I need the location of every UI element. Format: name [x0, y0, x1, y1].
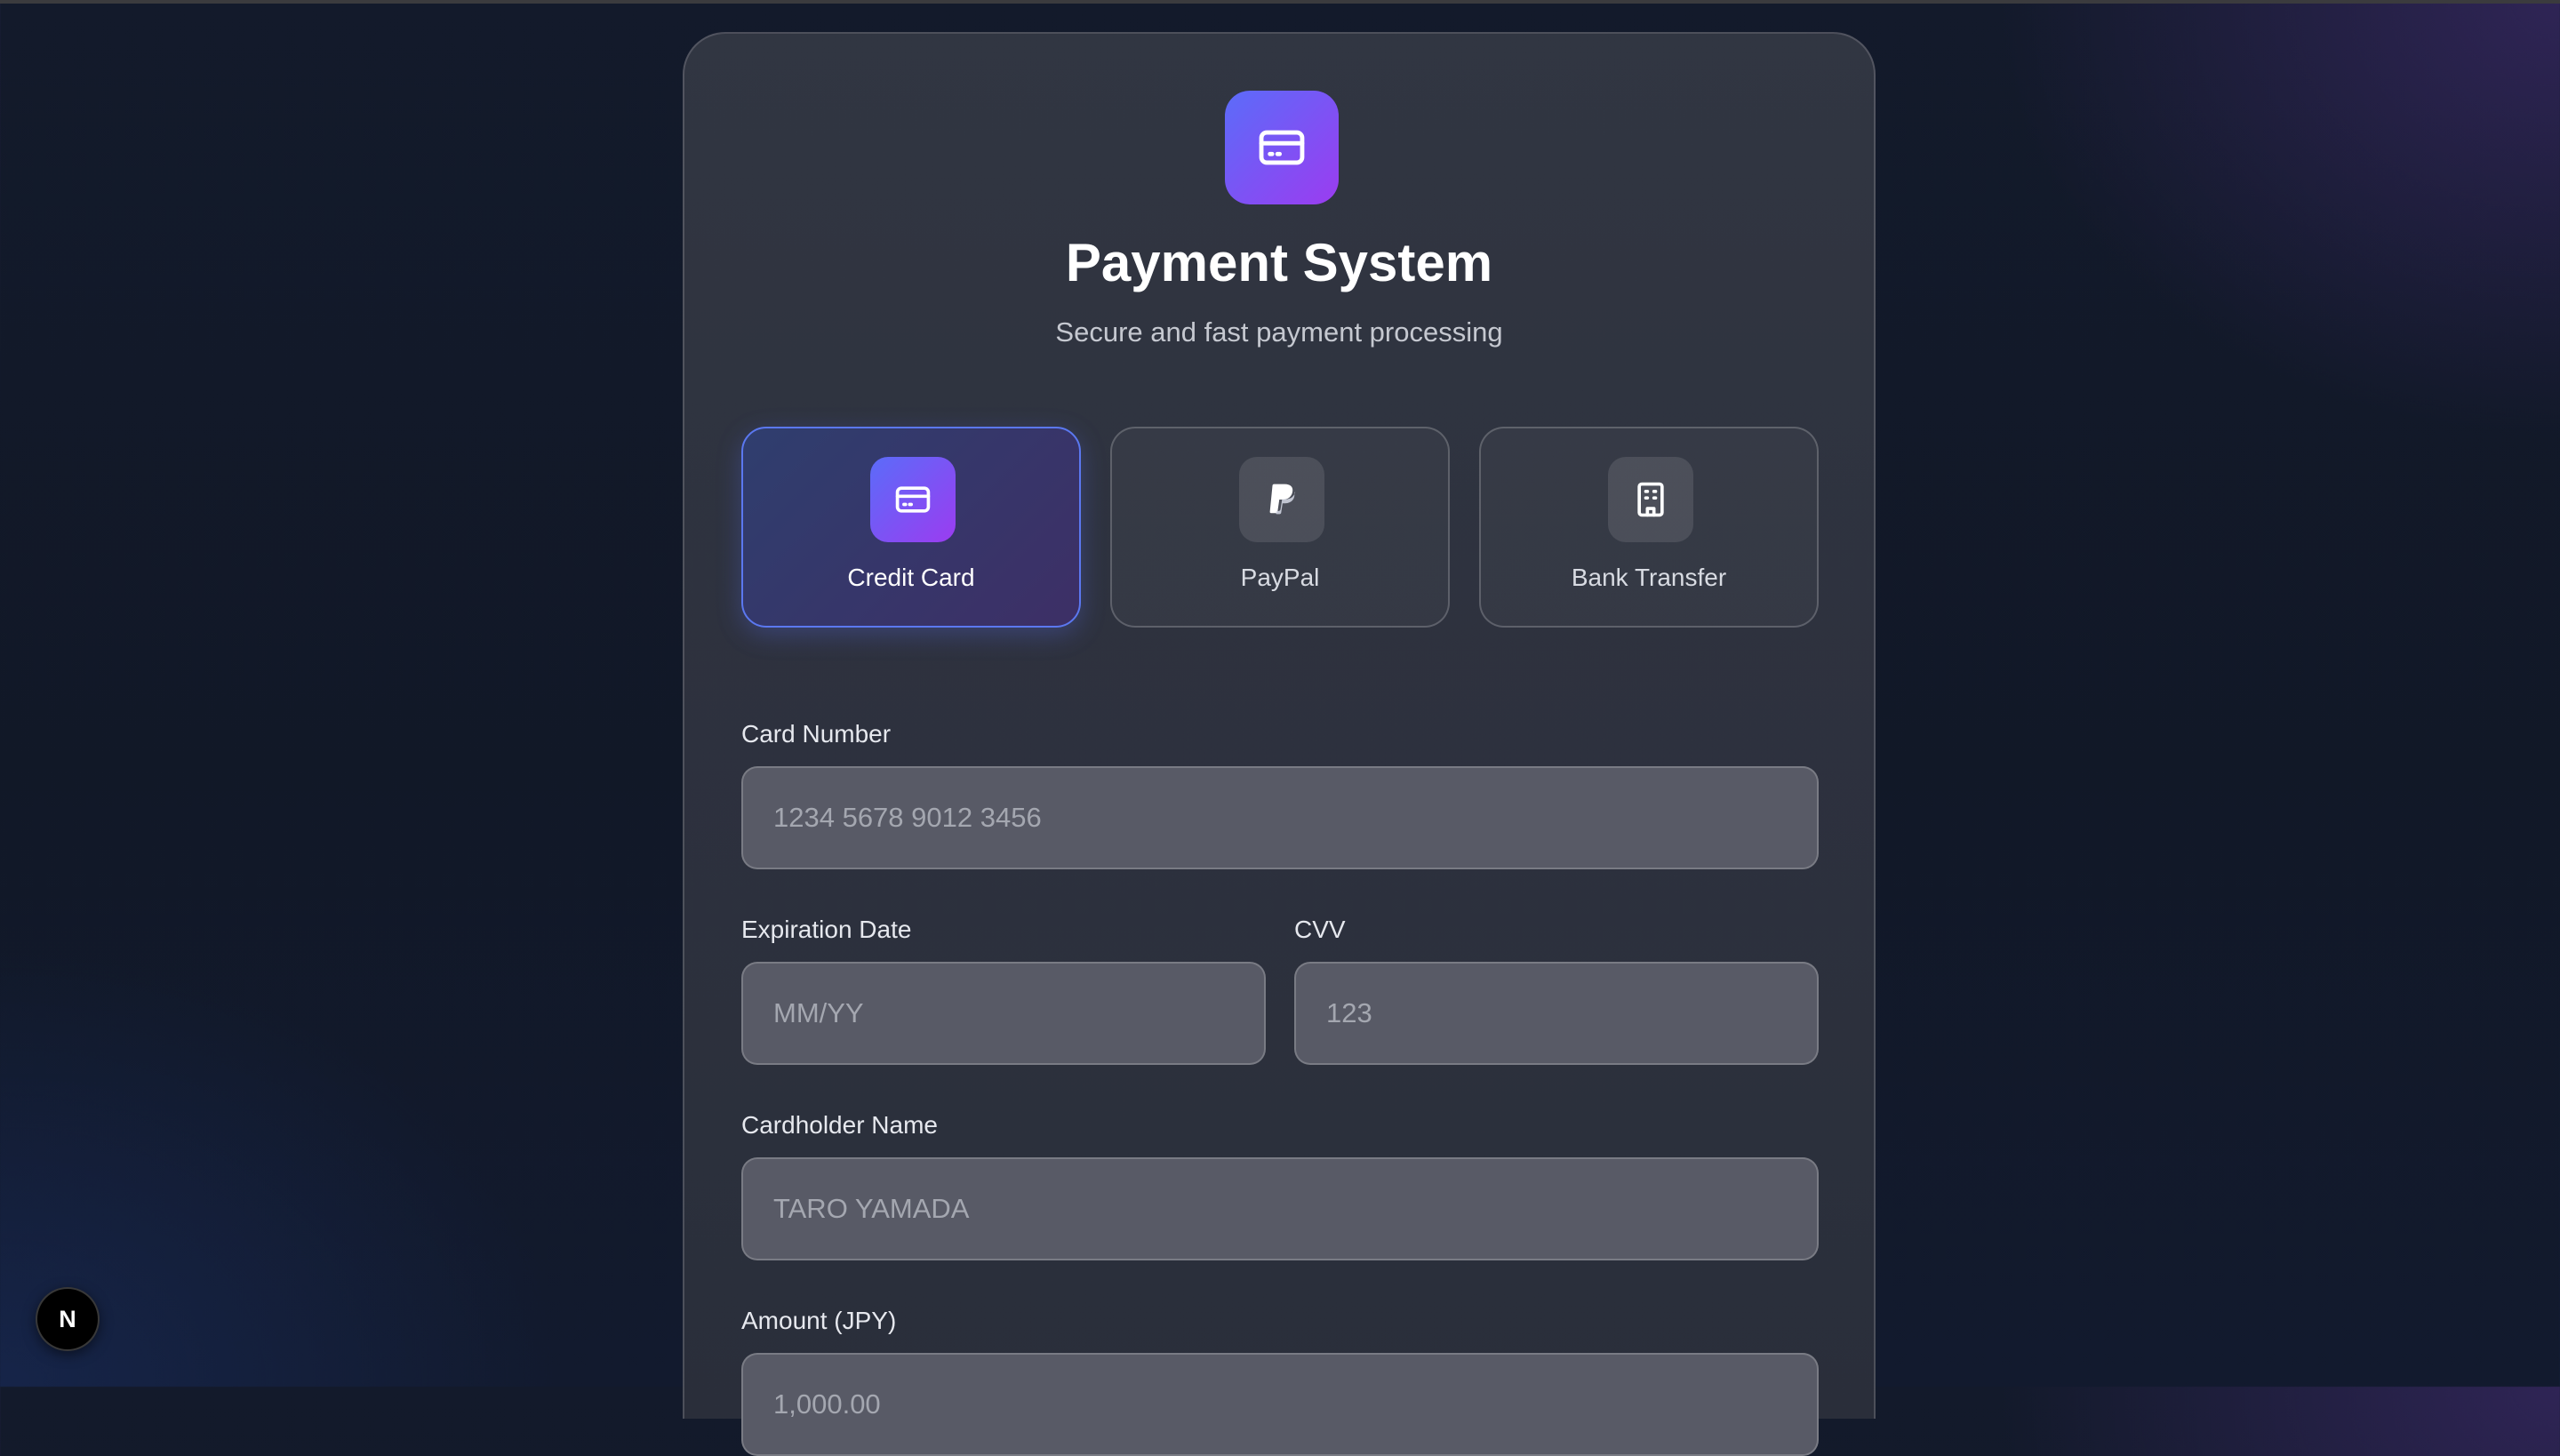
cardholder-name-input[interactable] [741, 1157, 1819, 1260]
payment-logo [1225, 91, 1339, 204]
payment-method-paypal[interactable]: PayPal [1110, 427, 1450, 628]
card-number-label: Card Number [741, 720, 892, 748]
browser-top-edge [0, 0, 2560, 4]
payment-method-bank-transfer[interactable]: Bank Transfer [1479, 427, 1819, 628]
amount-label: Amount (JPY) [741, 1307, 897, 1334]
card-number-input[interactable] [741, 766, 1819, 869]
svg-text:N: N [59, 1306, 76, 1332]
payment-method-label: PayPal [1240, 564, 1320, 591]
page-title: Payment System [1065, 233, 1493, 292]
paypal-icon [1269, 484, 1296, 515]
page-subtitle: Secure and fast payment processing [1055, 316, 1503, 348]
cardholder-name-label: Cardholder Name [741, 1111, 938, 1139]
building-icon [1637, 482, 1664, 517]
nextjs-logo-icon: N [59, 1306, 76, 1332]
amount-input[interactable] [741, 1353, 1819, 1456]
credit-card-icon [1259, 130, 1305, 165]
payment-method-selector: Credit Card PayPal Bank Transfer [741, 427, 1819, 628]
cvv-label: CVV [1294, 916, 1346, 943]
cvv-input[interactable] [1294, 962, 1819, 1065]
payment-method-label: Bank Transfer [1571, 564, 1727, 591]
method-icon-tile [870, 457, 956, 542]
payment-method-label: Credit Card [847, 564, 975, 591]
method-icon-tile [1608, 457, 1693, 542]
payment-card: Payment System Secure and fast payment p… [683, 32, 1876, 1456]
expiration-date-label: Expiration Date [741, 916, 912, 943]
payment-method-credit-card[interactable]: Credit Card [741, 427, 1081, 628]
nextjs-dev-indicator[interactable]: N [36, 1287, 100, 1351]
expiration-date-input[interactable] [741, 962, 1266, 1065]
method-icon-tile [1239, 457, 1324, 542]
credit-card-icon [895, 486, 931, 513]
